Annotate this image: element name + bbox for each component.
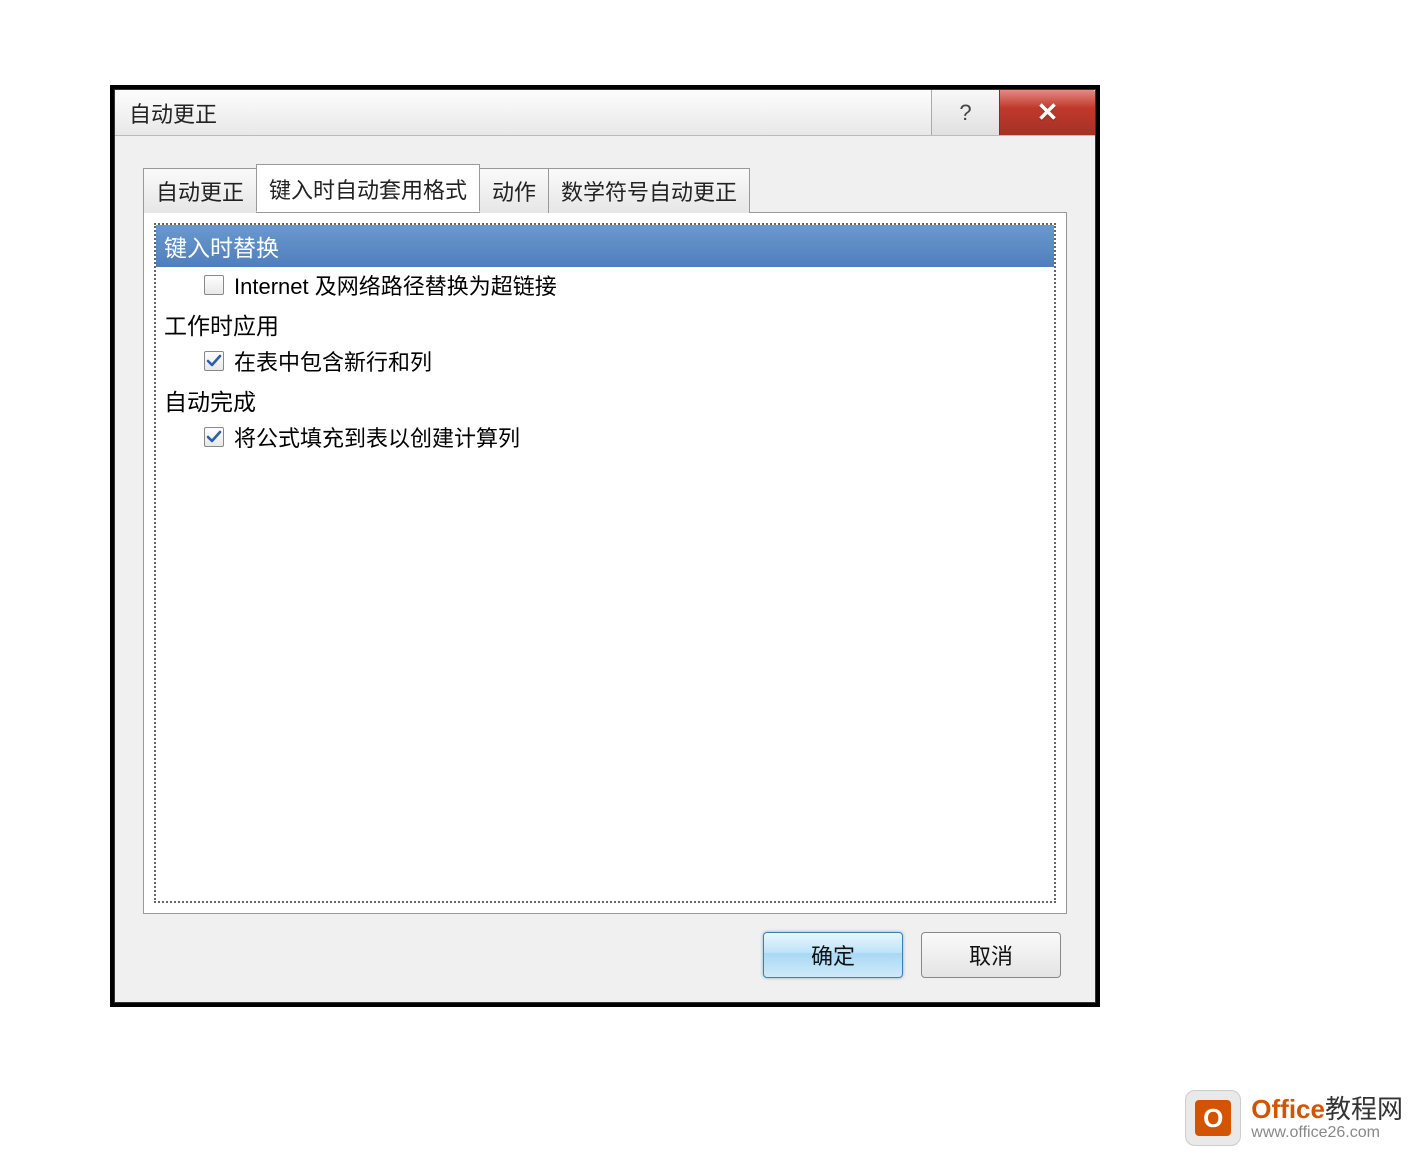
titlebar-buttons: ? ✕ — [931, 90, 1095, 135]
close-icon: ✕ — [1037, 97, 1059, 128]
group-apply-as-you-work: 工作时应用 — [156, 303, 1054, 343]
option-include-new-rows[interactable]: 在表中包含新行和列 — [156, 343, 1054, 379]
watermark-brand-cn: 教程网 — [1325, 1094, 1403, 1124]
titlebar: 自动更正 ? ✕ — [115, 90, 1095, 136]
dialog-title: 自动更正 — [115, 97, 217, 129]
tabstrip: 自动更正 键入时自动套用格式 动作 数学符号自动更正 — [143, 164, 1067, 213]
watermark: O Office教程网 www.office26.com — [1185, 1090, 1403, 1146]
tab-actions[interactable]: 动作 — [479, 168, 549, 213]
watermark-badge: O — [1185, 1090, 1241, 1146]
tab-panel-inner: 键入时替换 Internet 及网络路径替换为超链接 工作时应用 在表中包含新行… — [154, 223, 1056, 903]
option-internet-paths[interactable]: Internet 及网络路径替换为超链接 — [156, 267, 1054, 303]
help-button[interactable]: ? — [931, 90, 999, 135]
group-replace-as-you-type: 键入时替换 — [156, 225, 1054, 267]
checkbox-checked-icon — [204, 427, 224, 447]
checkbox-checked-icon — [204, 351, 224, 371]
tab-math-autocorrect[interactable]: 数学符号自动更正 — [548, 168, 750, 213]
option-fill-formulas[interactable]: 将公式填充到表以创建计算列 — [156, 419, 1054, 455]
tab-autocorrect[interactable]: 自动更正 — [143, 168, 257, 213]
group-auto-complete: 自动完成 — [156, 379, 1054, 419]
watermark-text: Office教程网 www.office26.com — [1251, 1095, 1403, 1141]
tab-panel: 键入时替换 Internet 及网络路径替换为超链接 工作时应用 在表中包含新行… — [143, 212, 1067, 914]
watermark-url: www.office26.com — [1251, 1124, 1403, 1142]
dialog-buttons: 确定 取消 — [143, 914, 1067, 984]
help-icon: ? — [959, 100, 971, 126]
option-fill-formulas-label: 将公式填充到表以创建计算列 — [234, 421, 520, 453]
autocorrect-dialog: 自动更正 ? ✕ 自动更正 键入时自动套用格式 动作 数学符号自动更正 键入时替… — [110, 85, 1100, 1007]
dialog-frame: 自动更正 ? ✕ 自动更正 键入时自动套用格式 动作 数学符号自动更正 键入时替… — [114, 89, 1096, 1003]
option-internet-paths-label: Internet 及网络路径替换为超链接 — [234, 269, 557, 301]
watermark-brand: Office教程网 — [1251, 1095, 1403, 1124]
tab-autoformat-as-type[interactable]: 键入时自动套用格式 — [256, 164, 480, 212]
close-button[interactable]: ✕ — [999, 90, 1095, 135]
cancel-button[interactable]: 取消 — [921, 932, 1061, 978]
dialog-client-area: 自动更正 键入时自动套用格式 动作 数学符号自动更正 键入时替换 Interne… — [115, 136, 1095, 1002]
checkbox-unchecked-icon — [204, 275, 224, 295]
option-include-new-rows-label: 在表中包含新行和列 — [234, 345, 432, 377]
ok-button[interactable]: 确定 — [763, 932, 903, 978]
watermark-brand-en: Office — [1251, 1094, 1325, 1124]
office-logo-icon: O — [1195, 1100, 1231, 1136]
